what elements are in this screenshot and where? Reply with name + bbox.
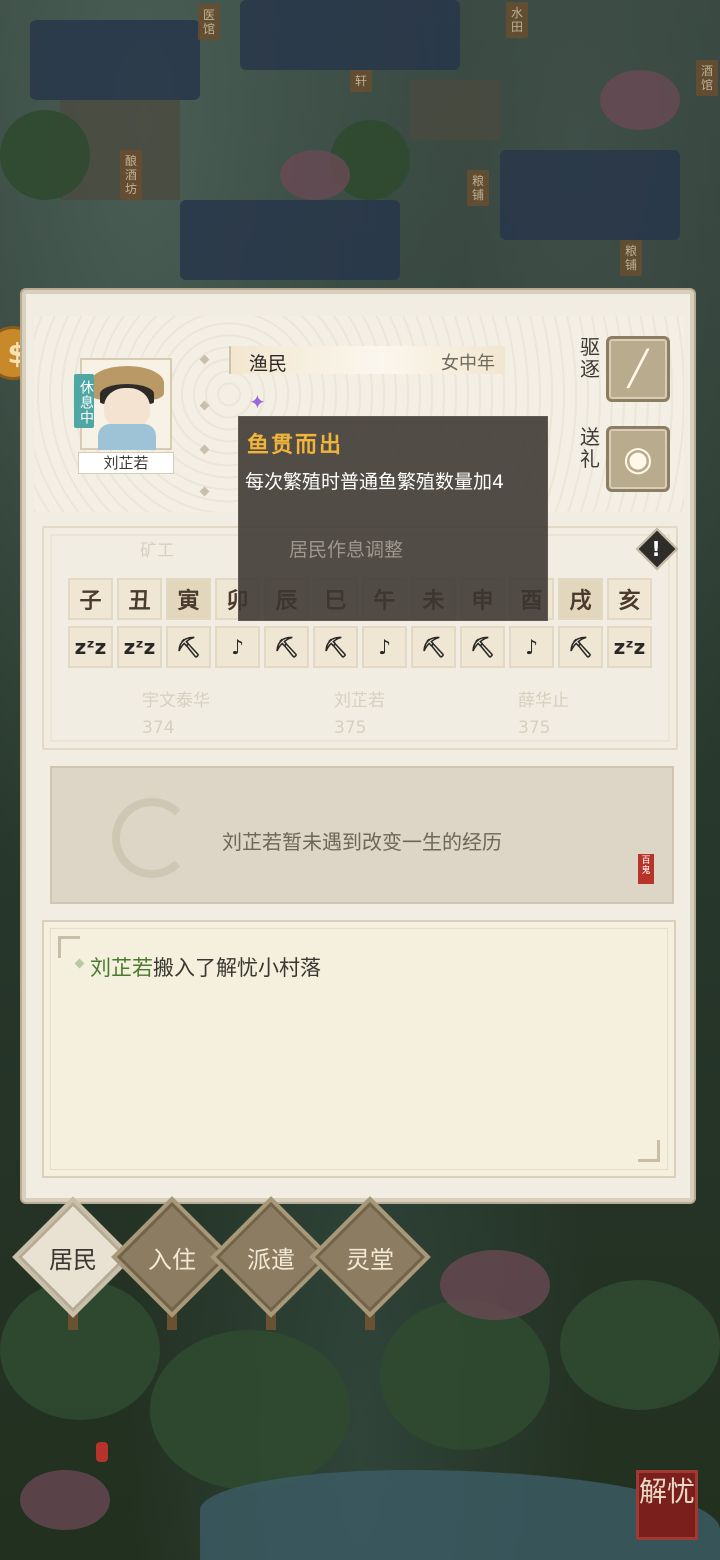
- tooltip-title: 鱼贯而出: [247, 432, 344, 458]
- log-entry-text: 搬入了解忧小村落: [153, 956, 321, 980]
- hour-cell: 亥: [607, 578, 652, 620]
- world-banner: 医馆: [198, 4, 220, 40]
- tab-move-in-label[interactable]: 入住: [127, 1240, 217, 1275]
- activities-row: zᶻz zᶻz ⛏ ♪ ⛏ ⛏ ♪ ⛏ ⛏ ♪ ⛏ zᶻz: [68, 626, 652, 668]
- ghost-label: 刘芷若: [334, 691, 385, 711]
- pickaxe-icon[interactable]: ⛏: [264, 626, 309, 668]
- world-banner: 粮铺: [467, 170, 489, 206]
- expel-button[interactable]: ╱: [606, 336, 670, 402]
- log-entry: 刘芷若搬入了解忧小村落: [90, 952, 321, 982]
- pickaxe-icon[interactable]: ⛏: [313, 626, 358, 668]
- tab-memorial-hall-label[interactable]: 灵堂: [325, 1240, 415, 1275]
- pickaxe-icon[interactable]: ⛏: [166, 626, 211, 668]
- ghost-label: 374: [142, 718, 175, 738]
- music-person-icon[interactable]: ♪: [362, 626, 407, 668]
- tooltip-description: 每次繁殖时普通鱼繁殖数量加4: [245, 471, 505, 493]
- pickaxe-icon[interactable]: ⛏: [411, 626, 456, 668]
- pickaxe-icon[interactable]: ⛏: [558, 626, 603, 668]
- trait-tooltip: 鱼贯而出 每次繁殖时普通鱼繁殖数量加4 居民作息调整: [238, 416, 548, 621]
- zzz-icon[interactable]: zᶻz: [68, 626, 113, 668]
- world-banner: 酿酒坊: [120, 150, 142, 200]
- warning-icon: !: [651, 537, 661, 561]
- status-badge: 休息中: [74, 374, 94, 428]
- lantern-icon: [96, 1442, 108, 1462]
- pickaxe-icon[interactable]: ⛏: [460, 626, 505, 668]
- broom-icon: ╱: [627, 349, 649, 389]
- fish-trait-icon[interactable]: ✦: [249, 391, 279, 413]
- music-person-icon[interactable]: ♪: [509, 626, 554, 668]
- hour-cell: 寅: [166, 578, 211, 620]
- hour-cell: 子: [68, 578, 113, 620]
- zzz-icon[interactable]: zᶻz: [117, 626, 162, 668]
- tooltip-subtitle: 居民作息调整: [289, 539, 404, 561]
- expel-label: 驱逐: [580, 335, 600, 381]
- ghost-label: 375: [334, 718, 367, 738]
- ghost-label: 薛华止: [518, 691, 569, 711]
- jieyou-button[interactable]: 解忧: [636, 1470, 698, 1540]
- world-banner: 水田: [506, 2, 528, 38]
- music-person-icon[interactable]: ♪: [215, 626, 260, 668]
- hour-cell: 戌: [558, 578, 603, 620]
- gift-button[interactable]: ◉: [606, 426, 670, 492]
- tab-dispatch-label[interactable]: 派遣: [226, 1240, 316, 1275]
- zzz-icon[interactable]: zᶻz: [607, 626, 652, 668]
- world-banner: 酒馆: [696, 60, 718, 96]
- job-bar: 渔民 女中年: [229, 346, 505, 375]
- gender-age-label: 女中年: [441, 353, 495, 374]
- life-experience-box: 刘芷若暂未遇到改变一生的经历 百鬼: [50, 766, 674, 904]
- seal-stamp: 百鬼: [638, 854, 654, 884]
- world-banner: 轩: [350, 70, 372, 92]
- tab-residents-label[interactable]: 居民: [28, 1240, 118, 1275]
- experience-text: 刘芷若暂未遇到改变一生的经历: [222, 830, 502, 854]
- ghost-label: 宇文泰华: [142, 691, 210, 711]
- gift-label: 送礼: [580, 425, 600, 471]
- job-label: 渔民: [249, 353, 288, 375]
- gift-bag-icon: ◉: [623, 439, 653, 479]
- resident-name: 刘芷若: [78, 452, 174, 474]
- world-banner: 粮铺: [620, 240, 642, 276]
- ghost-label: 375: [518, 718, 551, 738]
- hour-cell: 丑: [117, 578, 162, 620]
- log-entry-name[interactable]: 刘芷若: [90, 956, 153, 980]
- event-log: 刘芷若搬入了解忧小村落: [42, 920, 676, 1178]
- ghost-label: 矿工: [140, 541, 174, 561]
